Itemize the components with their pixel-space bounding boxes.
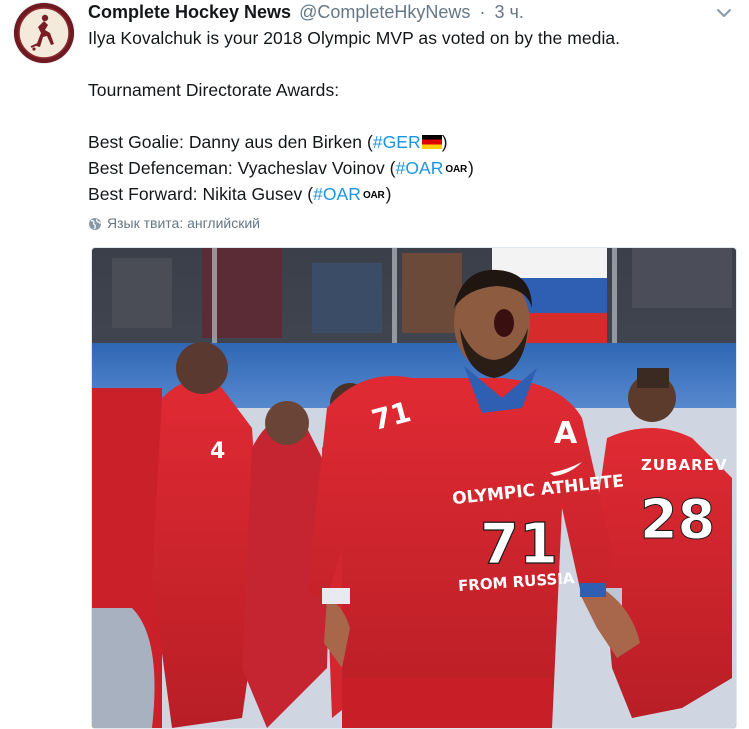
header-separator: · bbox=[479, 2, 486, 22]
forward-text: Best Forward: Nikita Gusev ( bbox=[88, 184, 314, 204]
jersey-front-number: 71 bbox=[480, 512, 558, 577]
tweet-photo[interactable]: 4 ZUBAREV 28 71 A OLYMPIC ATHLETE 71 FRO… bbox=[91, 247, 737, 729]
avatar[interactable] bbox=[14, 3, 74, 63]
translate-tweet-link[interactable]: Язык твита: английский bbox=[88, 213, 260, 233]
left-player-number: 4 bbox=[210, 439, 225, 464]
hashtag-oar[interactable]: #OAR bbox=[396, 158, 444, 178]
right-player-name: ZUBAREV bbox=[641, 456, 728, 474]
defenceman-text: Best Defenceman: Vyacheslav Voinov ( bbox=[88, 158, 396, 178]
author-name[interactable]: Complete Hockey News bbox=[88, 2, 291, 22]
tweet-line-goalie: Best Goalie: Danny aus den Birken (#GER) bbox=[88, 129, 728, 155]
germany-flag-icon bbox=[421, 135, 442, 149]
hashtag-ger[interactable]: #GER bbox=[373, 132, 421, 152]
tweet-line-forward: Best Forward: Nikita Gusev (#OAR OAR) bbox=[88, 181, 728, 207]
defenceman-close: ) bbox=[468, 158, 474, 178]
oar-emoji-icon: OAR bbox=[362, 190, 385, 201]
goalie-text: Best Goalie: Danny aus den Birken ( bbox=[88, 132, 373, 152]
tweet-line-defenceman: Best Defenceman: Vyacheslav Voinov (#OAR… bbox=[88, 155, 728, 181]
globe-icon bbox=[89, 218, 101, 230]
oar-emoji-icon: OAR bbox=[445, 164, 468, 175]
right-player-number: 28 bbox=[640, 488, 715, 551]
tweet-line-mvp: Ilya Kovalchuk is your 2018 Olympic MVP … bbox=[88, 28, 621, 48]
tweet-line-awards-title: Tournament Directorate Awards: bbox=[88, 80, 340, 100]
tweet-timestamp[interactable]: 3 ч. bbox=[494, 2, 523, 22]
hashtag-oar[interactable]: #OAR bbox=[313, 184, 361, 204]
tweet-text: Ilya Kovalchuk is your 2018 Olympic MVP … bbox=[88, 25, 728, 207]
goalie-close: ) bbox=[441, 132, 448, 152]
author-handle[interactable]: @CompleteHkyNews bbox=[299, 2, 470, 22]
photo-kovalchuk-celebration: 4 ZUBAREV 28 71 A OLYMPIC ATHLETE 71 FRO… bbox=[92, 248, 736, 728]
chevron-down-icon[interactable] bbox=[716, 6, 732, 18]
tweet-header: Complete Hockey News @CompleteHkyNews · … bbox=[88, 1, 524, 23]
translate-label: Язык твита: английский bbox=[107, 215, 260, 231]
jersey-captain-letter: A bbox=[554, 416, 578, 451]
forward-close: ) bbox=[385, 184, 392, 204]
